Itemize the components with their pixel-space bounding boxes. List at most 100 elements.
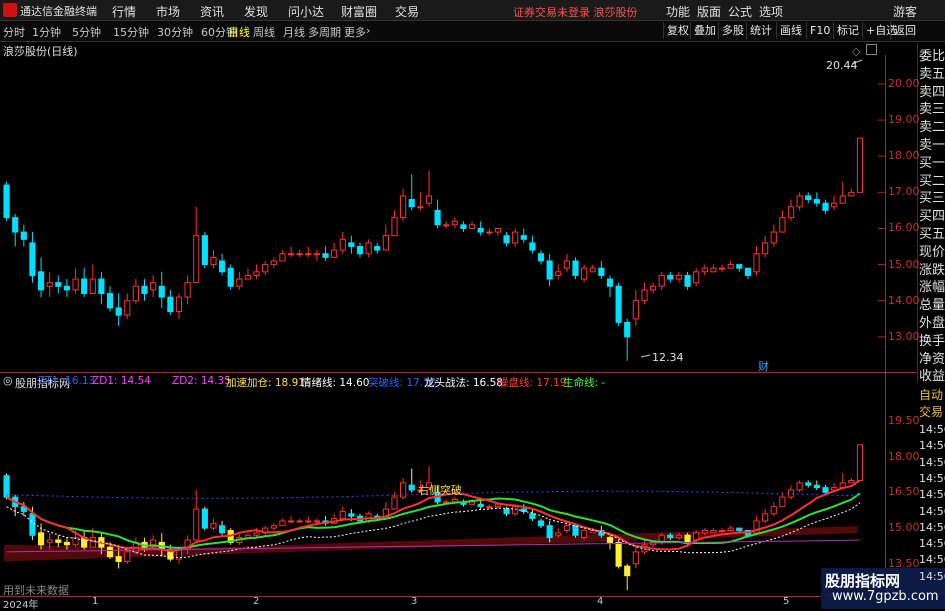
period-tab-3[interactable]: 15分钟 [113, 24, 149, 40]
indicator-icon[interactable]: ◎ [3, 374, 13, 387]
candle-body-58 [503, 235, 510, 244]
candle-body-39 [339, 238, 346, 251]
toolbar-button-1[interactable]: 叠加 [690, 22, 719, 39]
menu-item-3[interactable]: 发现 [244, 3, 268, 20]
candle-body-90 [779, 217, 786, 233]
ind-candle-body-82 [710, 529, 717, 534]
period-tab-0[interactable]: 分时 [3, 24, 25, 40]
candle-body-65 [563, 260, 570, 269]
candle-body-5 [46, 282, 53, 287]
ind-candle-body-66 [572, 525, 579, 536]
period-tab-2[interactable]: 5分钟 [72, 24, 101, 40]
toolbar-button-8[interactable]: 返回 [890, 22, 919, 39]
candle-body-69 [598, 267, 605, 276]
candle-body-36 [313, 253, 320, 256]
period-tab-7[interactable]: 周线 [253, 24, 275, 40]
ind-candle-body-22 [193, 508, 200, 541]
chevron-right-icon[interactable]: › [366, 24, 370, 37]
ind-candle-body-12 [106, 546, 114, 558]
candle-body-28 [244, 274, 252, 280]
candle-body-63 [546, 260, 553, 280]
candle-body-92 [796, 195, 803, 208]
candle-body-4 [37, 271, 45, 291]
time-tick-7: 14:56 [919, 537, 945, 551]
right-menu-item-3[interactable]: 选项 [759, 3, 783, 20]
pressure-band [4, 526, 858, 562]
toolbar-button-6[interactable]: 标记 [833, 22, 862, 39]
candle-body-71 [615, 285, 622, 323]
ind-candle-body-29 [253, 532, 260, 536]
ind-candle-body-14 [124, 551, 131, 562]
period-tab-10[interactable]: 更多 [344, 24, 366, 40]
app-title: 通达信金融终端 [20, 5, 97, 18]
ind-candle-body-25 [219, 525, 226, 534]
period-tab-6[interactable]: 日线 [228, 24, 250, 40]
low-price-label: 12.34 [652, 351, 684, 364]
ind-candle-body-73 [632, 551, 639, 565]
candle-body-95 [822, 202, 829, 211]
toolbar-button-5[interactable]: F10 [806, 22, 833, 39]
menu-item-5[interactable]: 财富圈 [341, 3, 377, 20]
candle-body-89 [770, 231, 777, 244]
lower-y-tick-2: 16.50 [888, 485, 920, 499]
candle-body-96 [831, 202, 838, 208]
period-tab-9[interactable]: 多周期 [308, 24, 341, 40]
right-menu-item-0[interactable]: 功能 [666, 3, 690, 20]
time-tick-6: 14:56 [919, 520, 945, 534]
y-tick-6: 14.00 [888, 293, 920, 307]
ind-candle-body-62 [537, 520, 545, 527]
time-tick-5: 14:56 [919, 504, 945, 518]
toolbar-button-3[interactable]: 统计 [746, 22, 775, 39]
ind-candle-body-55 [477, 503, 484, 508]
menu-item-1[interactable]: 市场 [156, 3, 180, 20]
ind-candle-body-4 [37, 532, 45, 546]
candle-body-8 [72, 278, 79, 291]
ind-candle-body-17 [150, 539, 157, 546]
candle-body-3 [29, 242, 36, 276]
menu-item-0[interactable]: 行情 [112, 3, 136, 20]
trade-side-item-0[interactable]: 自动 [919, 386, 943, 403]
menu-item-4[interactable]: 问小达 [288, 3, 324, 20]
y-tick-0: 20.00 [888, 76, 920, 90]
toolbar-button-0[interactable]: 复权 [663, 22, 692, 39]
side-field-13: 涨幅 [919, 280, 945, 296]
indicator-value-4: 情绪线: 14.60 [301, 377, 370, 389]
indicator-value-0: ZT1: 16.13 [38, 375, 96, 387]
ind-candle-body-45 [391, 496, 398, 510]
menu-item-6[interactable]: 交易 [395, 3, 419, 20]
toolbar-button-4[interactable]: 画线 [776, 22, 805, 39]
side-field-15: 外盘 [919, 316, 945, 331]
period-tab-4[interactable]: 30分钟 [157, 24, 193, 40]
right-menu-item-1[interactable]: 版面 [697, 3, 721, 20]
side-field-2: 卖四 [919, 84, 945, 100]
candle-body-81 [701, 267, 708, 273]
right-menu-item-2[interactable]: 公式 [728, 3, 752, 20]
period-tab-1[interactable]: 1分钟 [32, 24, 61, 40]
ind-candle-body-36 [313, 520, 320, 523]
x-label-3: 3 [411, 596, 418, 607]
ind-candle-body-47 [408, 484, 415, 491]
candle-body-55 [477, 227, 484, 233]
breakout-label: 右侧突破 [418, 484, 462, 497]
candle-body-70 [606, 278, 614, 287]
trade-side-item-1[interactable]: 交易 [919, 403, 943, 420]
toolbar-button-2[interactable]: 多股 [718, 22, 747, 39]
candle-body-56 [486, 231, 493, 234]
ind-candle-body-99 [856, 444, 864, 481]
y-tick-7: 13.00 [888, 329, 920, 343]
time-tick-8: 14:56 [919, 553, 945, 567]
side-field-17: 净资 [919, 351, 945, 367]
login-notice[interactable]: 证券交易未登录 浪莎股份 [513, 4, 638, 20]
menu-item-2[interactable]: 资讯 [200, 3, 224, 20]
candlestick-chart[interactable] [0, 55, 885, 373]
ind-candle-body-90 [779, 496, 786, 508]
candle-body-33 [287, 253, 295, 256]
period-tab-8[interactable]: 月线 [283, 24, 305, 40]
side-field-10: 买五 [919, 227, 945, 242]
watermark-title: 股朋指标网 [825, 572, 901, 590]
indicator-value-1: ZD1: 14.54 [92, 375, 151, 387]
y-tick-2: 18.00 [888, 149, 920, 163]
guest-label[interactable]: 游客 [893, 3, 917, 20]
maximize-icon[interactable] [866, 44, 877, 55]
ind-candle-body-3 [29, 513, 36, 536]
